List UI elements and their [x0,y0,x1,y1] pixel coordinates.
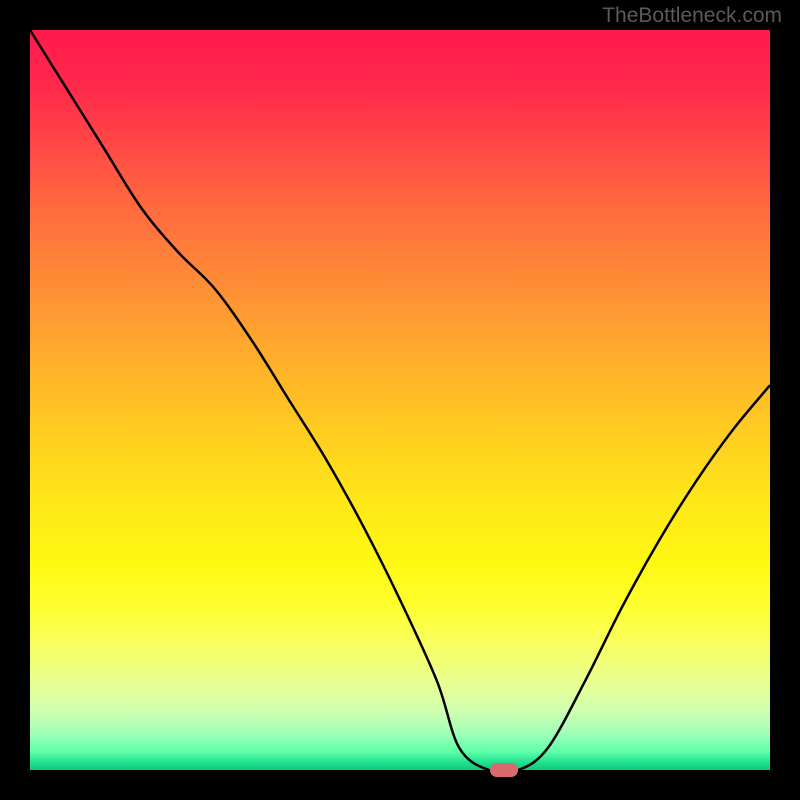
chart-container: TheBottleneck.com [0,0,800,800]
bottleneck-curve [30,30,770,770]
optimal-marker [490,763,518,777]
plot-area [30,30,770,770]
watermark-text: TheBottleneck.com [602,4,782,28]
